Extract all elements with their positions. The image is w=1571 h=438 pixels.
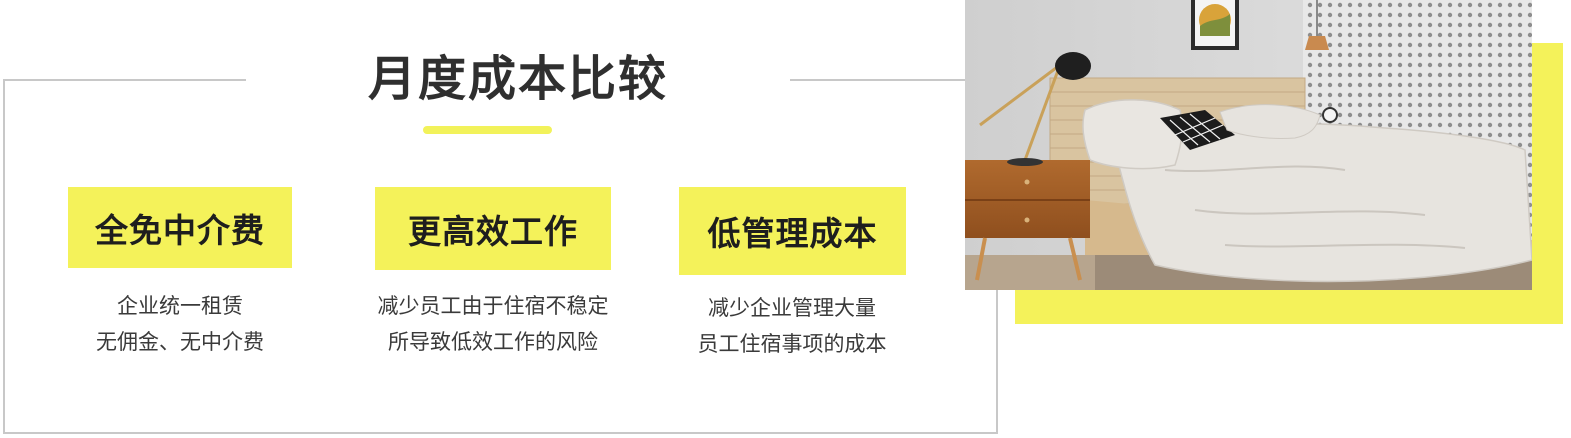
feature-desc-low-management-cost: 减少企业管理大量 员工住宿事项的成本 <box>672 290 912 362</box>
feature-desc-higher-efficiency: 减少员工由于住宿不稳定 所导致低效工作的风险 <box>353 288 633 360</box>
feature-desc-line: 企业统一租赁 <box>117 294 243 318</box>
bedroom-photo <box>965 0 1532 290</box>
feature-desc-line: 无佣金、无中介费 <box>96 330 264 354</box>
title-underline <box>423 126 552 134</box>
frame-top-left <box>3 79 246 81</box>
feature-title-higher-efficiency: 更高效工作 <box>375 187 611 270</box>
feature-desc-line: 所导致低效工作的风险 <box>388 330 598 354</box>
feature-title-no-agency-fee: 全免中介费 <box>68 187 292 268</box>
page-title: 月度成本比较 <box>367 51 668 107</box>
feature-desc-line: 减少员工由于住宿不稳定 <box>377 294 609 318</box>
feature-desc-no-agency-fee: 企业统一租赁 无佣金、无中介费 <box>60 288 300 360</box>
frame-bottom <box>3 432 998 434</box>
feature-desc-line: 减少企业管理大量 <box>708 296 876 320</box>
frame-left <box>3 79 5 434</box>
wall-art <box>1191 0 1239 50</box>
feature-desc-line: 员工住宿事项的成本 <box>697 332 887 356</box>
feature-title-low-management-cost: 低管理成本 <box>679 187 906 275</box>
bedroom-illustration <box>965 0 1532 290</box>
